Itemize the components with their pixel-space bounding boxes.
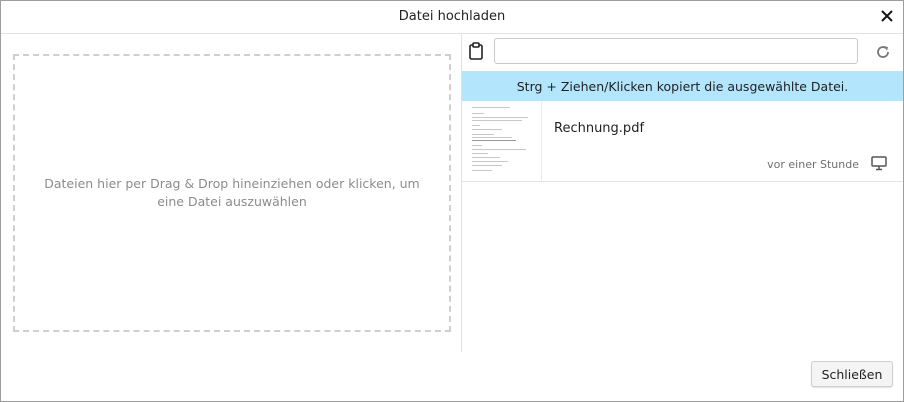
monitor-icon (871, 155, 887, 171)
close-button[interactable]: Schließen (811, 361, 893, 387)
file-name: Rechnung.pdf (554, 121, 645, 136)
dropzone-text: Dateien hier per Drag & Drop hineinziehe… (44, 176, 420, 209)
info-text: Strg + Ziehen/Klicken kopiert die ausgew… (516, 78, 849, 94)
clipboard-icon[interactable] (468, 42, 484, 60)
search-input[interactable] (494, 38, 858, 64)
file-time: vor einer Stunde (767, 158, 859, 171)
dialog-titlebar: Datei hochladen (1, 1, 903, 34)
dropzone-panel: Dateien hier per Drag & Drop hineinziehe… (1, 34, 462, 352)
close-icon[interactable] (879, 8, 895, 24)
upload-dialog: Datei hochladen Dateien hier per Drag & … (0, 0, 904, 402)
pdf-thumbnail (462, 101, 542, 181)
dialog-title: Datei hochladen (398, 9, 506, 24)
file-toolbar (462, 34, 903, 71)
file-dropzone[interactable]: Dateien hier per Drag & Drop hineinziehe… (13, 54, 451, 332)
info-banner: Strg + Ziehen/Klicken kopiert die ausgew… (462, 71, 903, 101)
refresh-icon[interactable] (875, 44, 891, 60)
file-list-item[interactable]: Rechnung.pdf vor einer Stunde (462, 101, 903, 182)
dialog-footer: Schließen (1, 353, 903, 401)
file-panel: Strg + Ziehen/Klicken kopiert die ausgew… (462, 34, 903, 352)
